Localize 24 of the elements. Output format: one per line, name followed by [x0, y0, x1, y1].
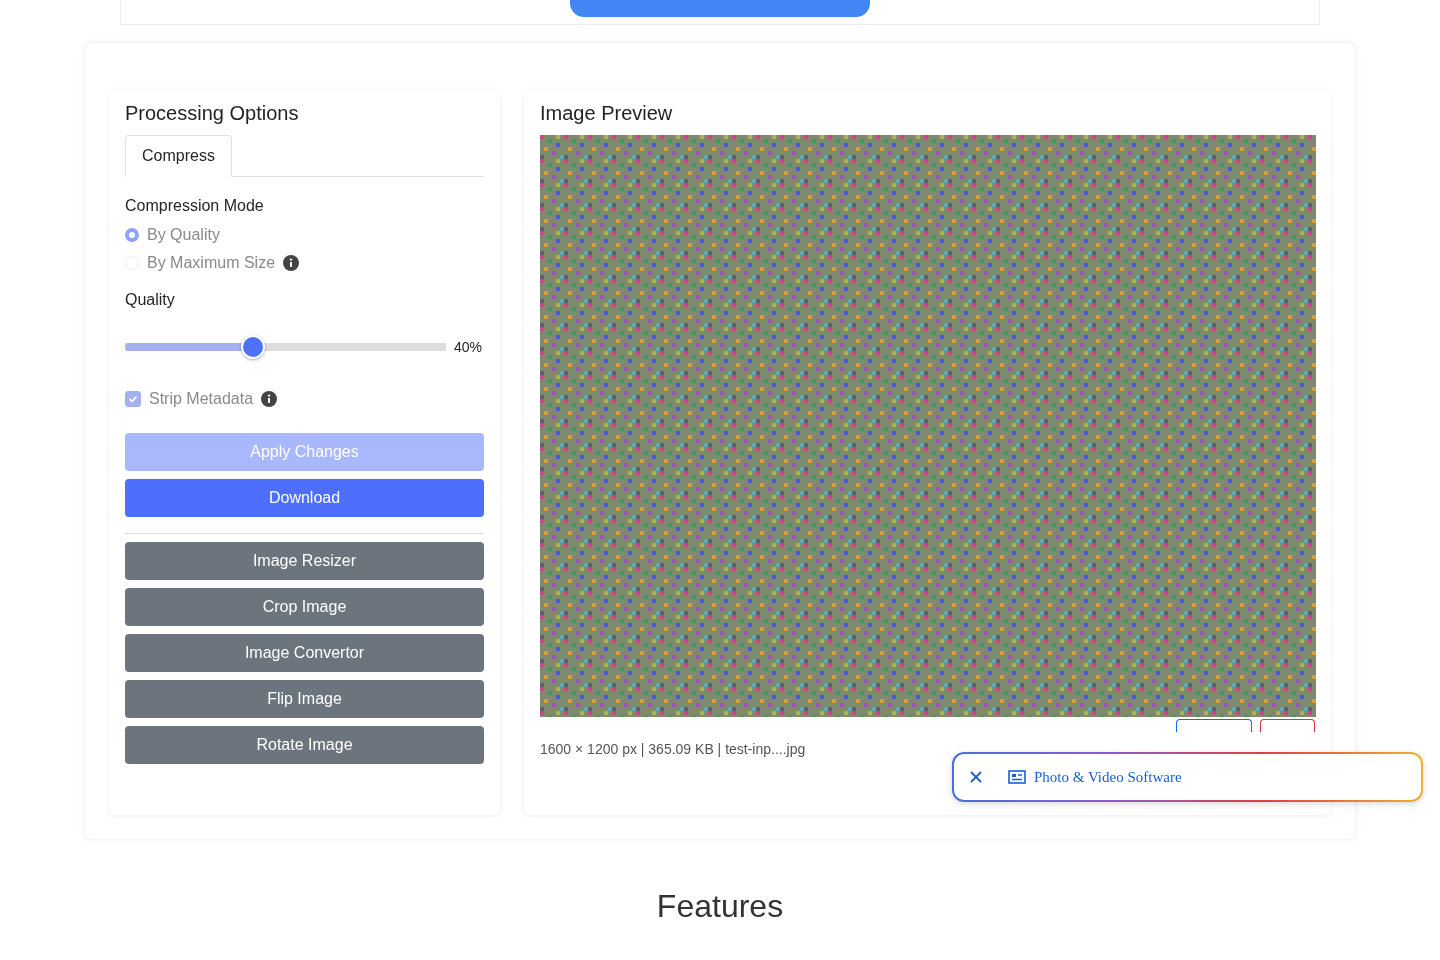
- slider-handle[interactable]: [241, 335, 266, 359]
- radio-button[interactable]: [125, 228, 139, 242]
- reset-button[interactable]: [1260, 719, 1315, 732]
- tool-button[interactable]: Crop Image: [125, 588, 484, 626]
- radio-label: By Quality: [147, 226, 220, 244]
- compare-button[interactable]: [1176, 719, 1252, 732]
- image-info: 1600 × 1200 px | 365.09 KB | test-inp....jpg: [540, 741, 806, 757]
- checkbox-label: Strip Metadata: [149, 390, 254, 408]
- tool-button[interactable]: Image Resizer: [125, 542, 484, 580]
- ad-link[interactable]: Photo & Video Software: [1034, 768, 1182, 786]
- checkbox[interactable]: [125, 391, 141, 407]
- section-title: Features: [655, 888, 785, 925]
- field-label: Compression Mode: [125, 197, 265, 215]
- radio-label: By Maximum Size: [147, 254, 276, 272]
- field-label: Quality: [125, 291, 176, 309]
- tool-button[interactable]: Rotate Image: [125, 726, 484, 764]
- tool-button[interactable]: Image Convertor: [125, 634, 484, 672]
- tab[interactable]: Compress: [125, 135, 232, 177]
- close-icon[interactable]: [968, 769, 984, 785]
- slider-value: 40%: [454, 339, 483, 355]
- newspaper-icon: [1008, 770, 1026, 784]
- check-icon: [128, 394, 138, 404]
- tool-button[interactable]: Flip Image: [125, 680, 484, 718]
- download-button[interactable]: Download: [125, 479, 484, 517]
